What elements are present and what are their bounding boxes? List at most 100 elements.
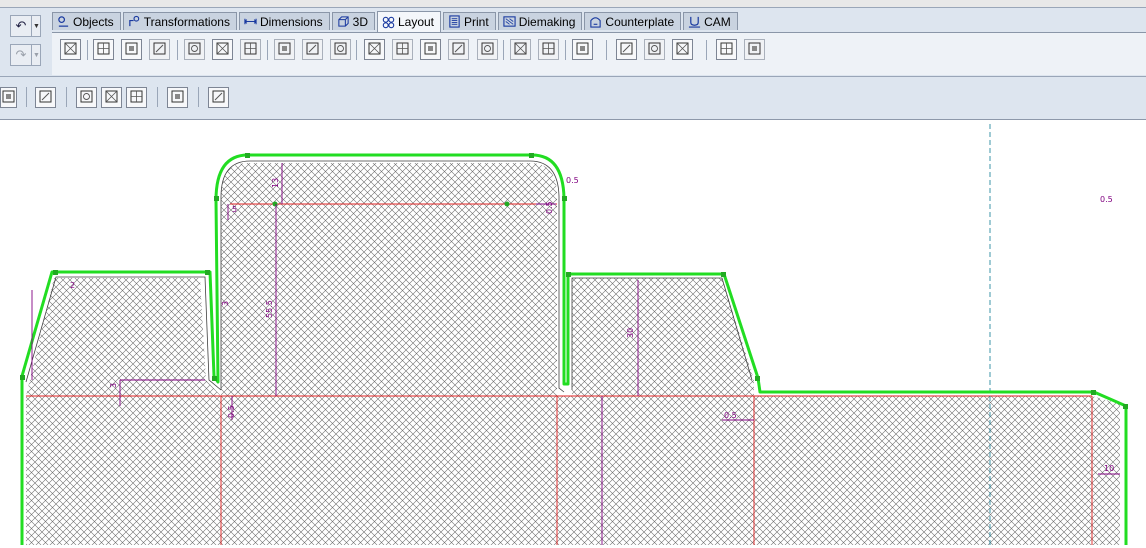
toolbar-separator xyxy=(356,40,357,60)
grid-array-icon xyxy=(96,41,111,59)
objects-icon xyxy=(58,16,69,27)
toolbar-separator xyxy=(198,87,199,107)
tab-objects[interactable]: Objects xyxy=(52,12,121,30)
undo-button[interactable]: ↶ ▼ xyxy=(10,15,41,37)
cam-icon xyxy=(689,16,701,28)
undo-dropdown-arrow-icon[interactable]: ▼ xyxy=(31,16,41,36)
ribbon-tool-button[interactable] xyxy=(510,39,531,60)
ribbon-tool-button[interactable] xyxy=(572,39,593,60)
dim-label: 2 xyxy=(70,281,75,290)
toolbar-button[interactable] xyxy=(101,87,122,108)
secondary-toolbar xyxy=(0,77,1146,120)
dim-label: 10 xyxy=(1104,464,1114,473)
tab-print[interactable]: Print xyxy=(443,12,496,30)
toolbar-separator xyxy=(66,87,67,107)
step-repeat-icon xyxy=(124,41,139,59)
properties-icon xyxy=(211,89,226,107)
ribbon-tool-button[interactable] xyxy=(240,39,261,60)
measure-icon xyxy=(575,41,590,59)
cascade-icon xyxy=(513,41,528,59)
tab-layout[interactable]: Layout xyxy=(376,11,442,32)
insert-icon xyxy=(215,41,230,59)
tab-label: 3D xyxy=(352,14,368,29)
redo-dropdown-arrow-icon[interactable]: ▼ xyxy=(31,45,41,65)
ribbon-tool-button[interactable] xyxy=(392,39,413,60)
dim-label: 0.5 xyxy=(545,201,554,214)
toolbar-button[interactable] xyxy=(0,87,17,108)
tab-dimensions[interactable]: Dimensions xyxy=(238,12,330,30)
tile-icon xyxy=(451,41,466,59)
die-layout-drawing: 13 0.5 55.5 30 2 3 5 0.5 0.5 0.5 0.5 10 … xyxy=(20,124,1128,545)
dim-label: 0.5 xyxy=(724,411,737,420)
ribbon-tool-button[interactable] xyxy=(644,39,665,60)
dim-label: 0.5 xyxy=(566,176,579,185)
dim-label: 13 xyxy=(271,178,280,188)
ribbon-tool-button[interactable] xyxy=(302,39,323,60)
main-panel-hatch xyxy=(26,396,1120,545)
ribbon-tool-button[interactable] xyxy=(184,39,205,60)
tab-cam[interactable]: CAM xyxy=(683,12,738,30)
ribbon-tool-button[interactable] xyxy=(121,39,142,60)
tab-transformations[interactable]: Transformations xyxy=(122,12,237,30)
copy-block-icon xyxy=(187,41,202,59)
ribbon-tool-button[interactable] xyxy=(212,39,233,60)
toolbar-separator xyxy=(503,40,504,60)
trim-icon xyxy=(619,41,634,59)
toolbar-button[interactable] xyxy=(35,87,56,108)
tab-label: Diemaking xyxy=(518,14,576,29)
stack-icon xyxy=(541,41,556,59)
left-flap-hatch xyxy=(26,278,221,396)
hatched-regions xyxy=(26,163,1120,545)
ribbon-tool-button[interactable] xyxy=(477,39,498,60)
ribbon-tool-button[interactable] xyxy=(616,39,637,60)
ribbon-tabs: Objects Transformations Dimensions 3D La… xyxy=(52,11,740,32)
toolbar-separator xyxy=(606,40,607,60)
ribbon-tool-button[interactable] xyxy=(448,39,469,60)
ribbon-tool-button[interactable] xyxy=(672,39,693,60)
ribbon-tool-button[interactable] xyxy=(420,39,441,60)
ribbon-tool-button[interactable] xyxy=(330,39,351,60)
redo-button[interactable]: ↷ ▼ xyxy=(10,44,41,66)
toolbar-separator xyxy=(157,87,158,107)
hatch-area-icon xyxy=(367,41,382,59)
toolbar-button[interactable] xyxy=(208,87,229,108)
toolbar-separator xyxy=(177,40,178,60)
offset-icon xyxy=(480,41,495,59)
tab-counterplate[interactable]: Counterplate xyxy=(584,12,682,30)
ribbon-tool-button[interactable] xyxy=(364,39,385,60)
print-icon xyxy=(449,15,460,28)
tab-label: Transformations xyxy=(143,14,230,29)
tab-diemaking[interactable]: Diemaking xyxy=(497,12,583,30)
tab-label: Layout xyxy=(397,15,435,29)
toolbar-separator xyxy=(267,40,268,60)
ribbon-tool-button[interactable] xyxy=(60,39,81,60)
align-icon xyxy=(333,41,348,59)
ribbon-tool-button[interactable] xyxy=(274,39,295,60)
ribbon-tool-button[interactable] xyxy=(538,39,559,60)
dim-label: 0.5 xyxy=(227,405,236,418)
tab-3d[interactable]: 3D xyxy=(331,12,375,30)
toolbar-separator xyxy=(706,40,707,60)
dim-label: 5 xyxy=(232,205,237,214)
hatch-edit-icon xyxy=(170,89,185,107)
split-icon xyxy=(647,41,662,59)
tab-label: Counterplate xyxy=(605,14,675,29)
tab-label: Print xyxy=(464,14,489,29)
auto-nest-icon xyxy=(152,41,167,59)
diemaking-icon xyxy=(503,16,516,27)
ribbon: ↶ ▼ ↷ ▼ Objects Transformations Dimensio… xyxy=(0,8,1146,77)
fill-cross-icon xyxy=(129,89,144,107)
right-flap-hatch xyxy=(572,278,754,396)
toolbar-button[interactable] xyxy=(76,87,97,108)
toolbar-button[interactable] xyxy=(167,87,188,108)
toolbar-button[interactable] xyxy=(126,87,147,108)
fill-hatch-icon xyxy=(104,89,119,107)
ribbon-tool-button[interactable] xyxy=(149,39,170,60)
ribbon-tool-button[interactable] xyxy=(744,39,765,60)
drawing-canvas[interactable]: 13 0.5 55.5 30 2 3 5 0.5 0.5 0.5 0.5 10 … xyxy=(0,120,1146,545)
ribbon-tool-button[interactable] xyxy=(93,39,114,60)
dim-label: 55.5 xyxy=(265,300,274,318)
dim-label: 0.5 xyxy=(1100,195,1113,204)
ribbon-tool-button[interactable] xyxy=(716,39,737,60)
redo-icon: ↷ xyxy=(15,47,27,62)
